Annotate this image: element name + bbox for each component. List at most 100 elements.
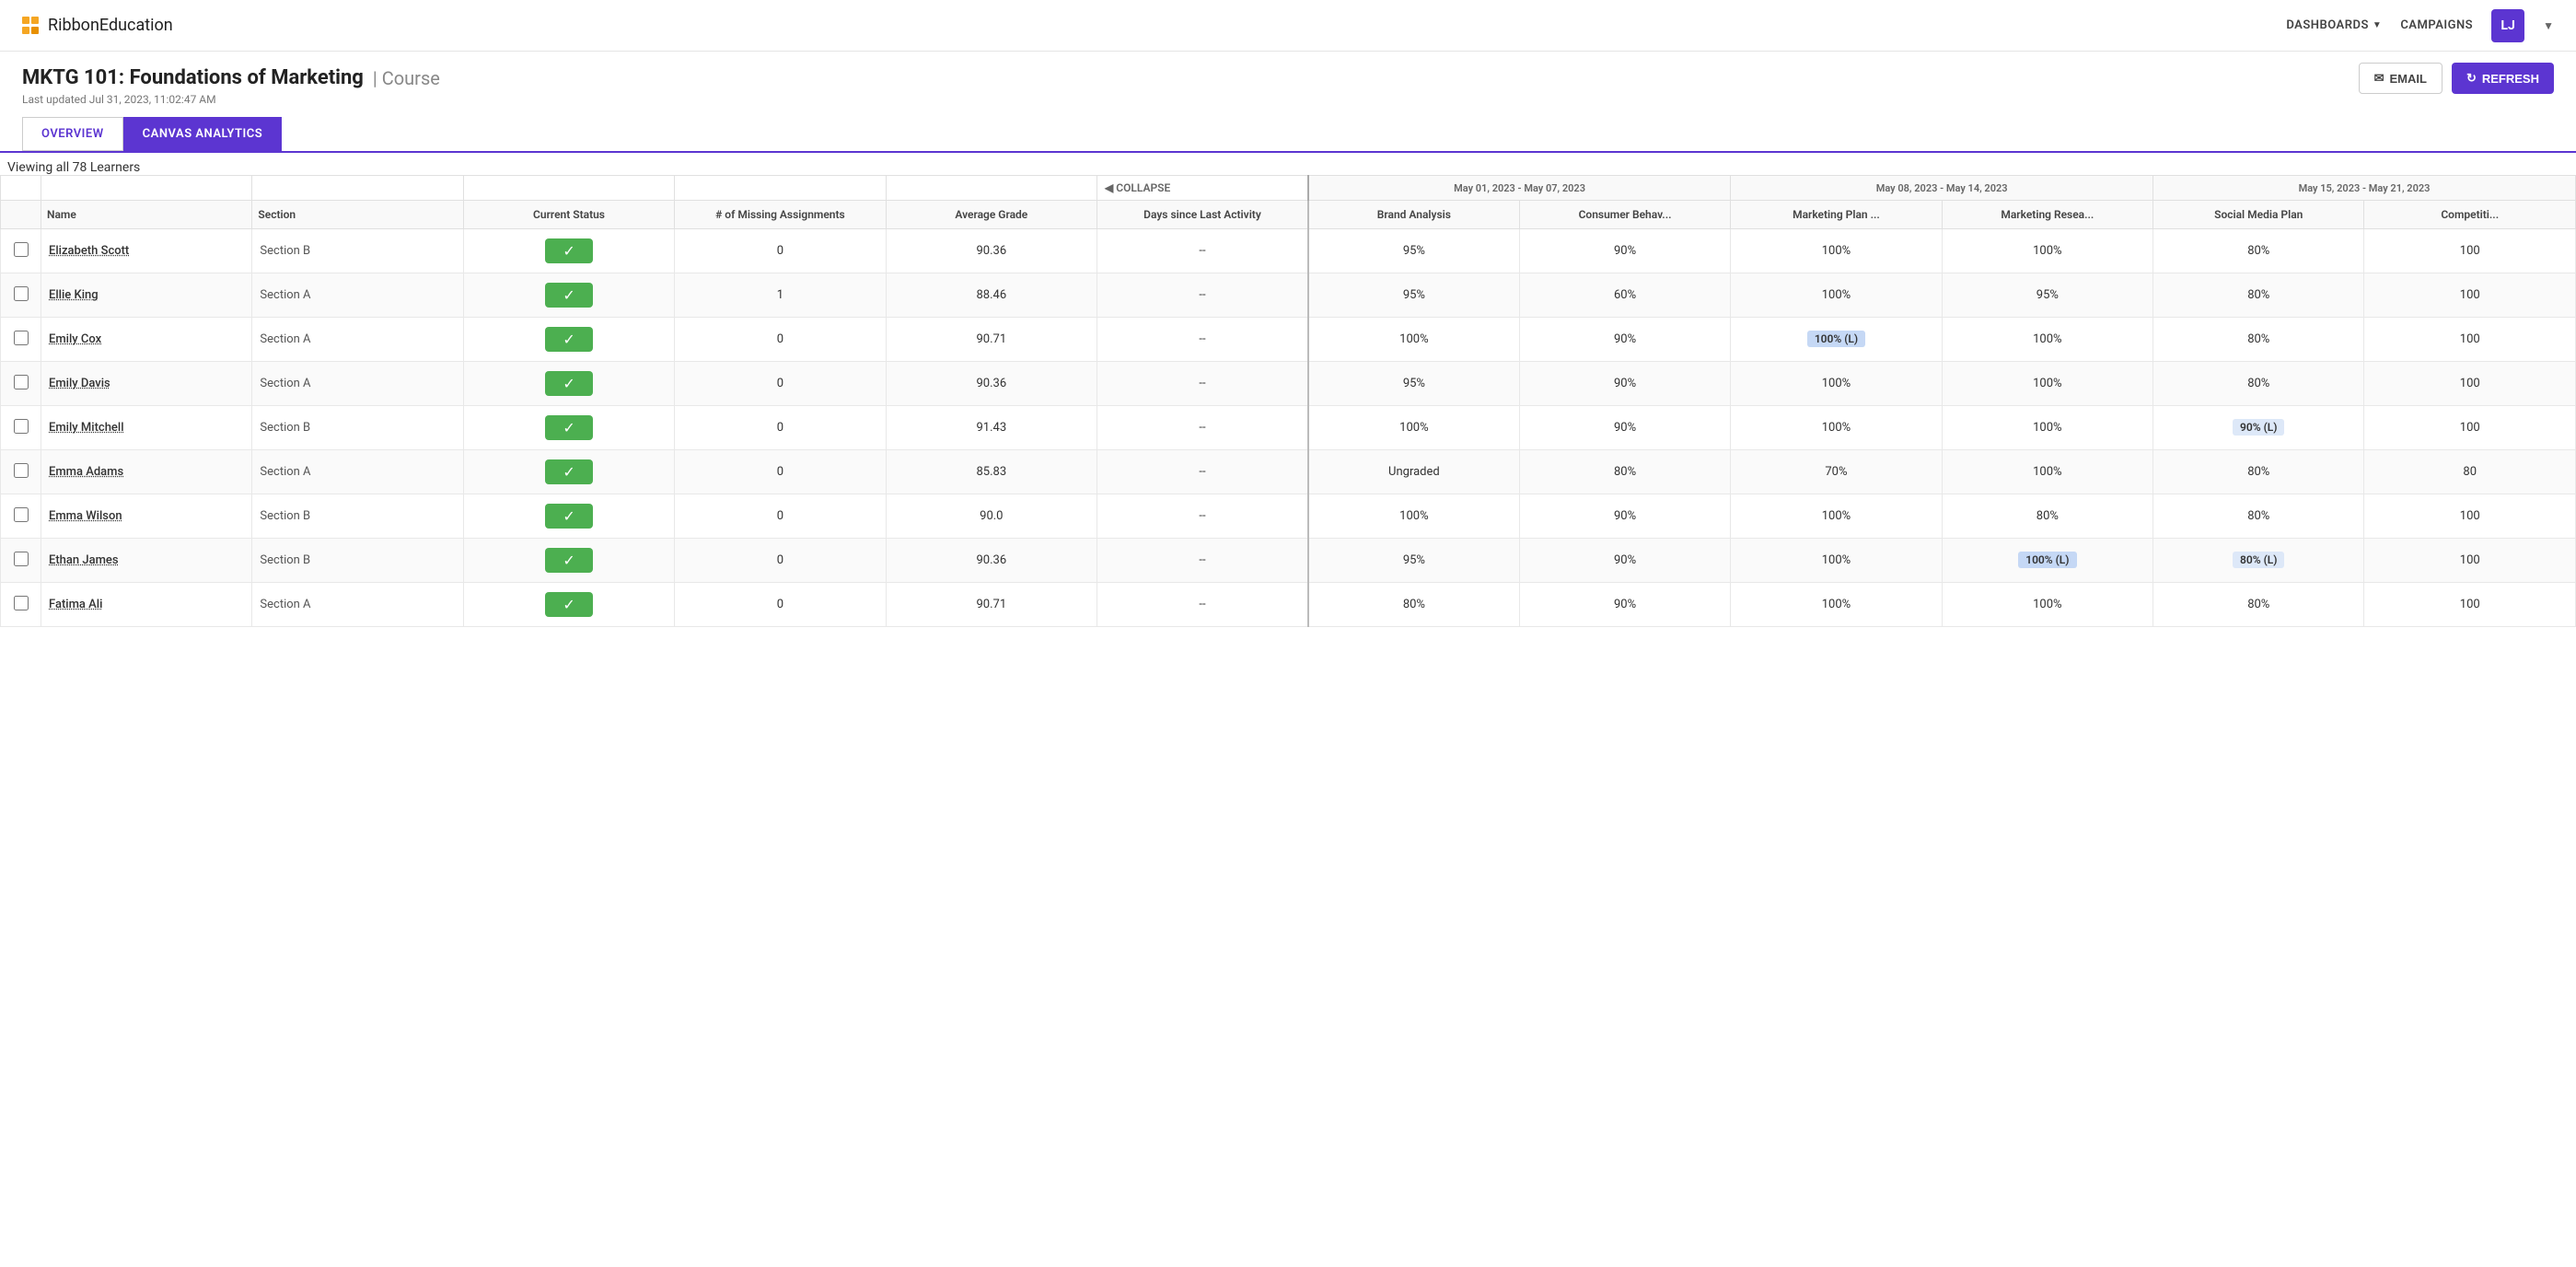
student-name[interactable]: Emma Wilson	[49, 509, 122, 523]
col-header-consumer: Consumer Behav...	[1519, 201, 1730, 229]
score-cell: 100%	[1308, 494, 1519, 539]
table-wrapper[interactable]: ◀ COLLAPSE May 01, 2023 - May 07, 2023 M…	[0, 175, 2576, 627]
score-cell: 100%	[1731, 539, 1942, 583]
refresh-icon: ↻	[2466, 71, 2477, 86]
missing-cell: 0	[675, 318, 886, 362]
status-badge: ✓	[545, 238, 593, 263]
score-cell: 90%	[1519, 318, 1730, 362]
score-cell: 90%	[1519, 583, 1730, 627]
row-checkbox[interactable]	[14, 242, 29, 257]
score-cell: 100% (L)	[1942, 539, 2152, 583]
missing-cell: 0	[675, 362, 886, 406]
status-cell: ✓	[463, 494, 674, 539]
col-header-missing: # of Missing Assignments	[675, 201, 886, 229]
tab-overview[interactable]: OVERVIEW	[22, 117, 123, 151]
grade-cell: 85.83	[886, 450, 1097, 494]
score-cell: 90%	[1519, 494, 1730, 539]
student-name[interactable]: Fatima Ali	[49, 598, 102, 611]
course-type: | Course	[373, 67, 440, 89]
email-button[interactable]: ✉ EMAIL	[2359, 63, 2443, 94]
score-cell: 100% (L)	[1731, 318, 1942, 362]
grade-cell: 88.46	[886, 273, 1097, 318]
table-row: Ethan JamesSection B✓090.36--95%90%100%1…	[1, 539, 2576, 583]
grade-cell: 90.71	[886, 583, 1097, 627]
course-header: MKTG 101: Foundations of Marketing | Cou…	[0, 52, 2576, 106]
col-header-days: Days since Last Activity	[1097, 201, 1308, 229]
student-name[interactable]: Emily Mitchell	[49, 421, 124, 435]
avatar-dropdown-arrow[interactable]: ▼	[2543, 19, 2554, 32]
score-cell: 80	[2364, 450, 2576, 494]
score-cell: 100	[2364, 539, 2576, 583]
score-cell: 80%	[2153, 362, 2364, 406]
score-cell: 100%	[1942, 229, 2152, 273]
table-row: Emily MitchellSection B✓091.43--100%90%1…	[1, 406, 2576, 450]
logo-text: RibbonEducation	[48, 16, 173, 35]
student-name[interactable]: Ellie King	[49, 288, 99, 302]
score-cell: 95%	[1308, 539, 1519, 583]
grade-cell: 90.71	[886, 318, 1097, 362]
section-cell: Section A	[252, 583, 463, 627]
campaigns-nav[interactable]: CAMPAIGNS	[2400, 18, 2473, 32]
score-cell: 90%	[1519, 539, 1730, 583]
score-cell: 100	[2364, 318, 2576, 362]
avatar[interactable]: LJ	[2491, 9, 2524, 42]
days-cell: --	[1097, 450, 1308, 494]
row-checkbox[interactable]	[14, 463, 29, 478]
viewing-bar: Viewing all 78 Learners	[0, 151, 2576, 175]
score-cell: 100%	[1731, 273, 1942, 318]
row-checkbox[interactable]	[14, 331, 29, 345]
score-cell: 80%	[2153, 450, 2364, 494]
date-range-3: May 15, 2023 - May 21, 2023	[2153, 176, 2576, 201]
student-name[interactable]: Emily Cox	[49, 332, 101, 346]
row-checkbox[interactable]	[14, 507, 29, 522]
score-cell: 60%	[1519, 273, 1730, 318]
score-cell: 80%	[2153, 583, 2364, 627]
col-header-competi: Competiti...	[2364, 201, 2576, 229]
row-checkbox[interactable]	[14, 375, 29, 389]
dashboards-nav[interactable]: DASHBOARDS ▼	[2286, 18, 2382, 32]
score-cell: 100%	[1942, 406, 2152, 450]
score-cell: 70%	[1731, 450, 1942, 494]
student-name[interactable]: Elizabeth Scott	[49, 244, 129, 258]
score-cell: 90%	[1519, 362, 1730, 406]
section-cell: Section A	[252, 362, 463, 406]
tab-canvas-analytics[interactable]: CANVAS ANALYTICS	[123, 117, 283, 151]
score-cell: 100%	[1308, 318, 1519, 362]
row-checkbox[interactable]	[14, 596, 29, 610]
col-header-brand: Brand Analysis	[1308, 201, 1519, 229]
status-cell: ✓	[463, 318, 674, 362]
status-cell: ✓	[463, 362, 674, 406]
nav-right: DASHBOARDS ▼ CAMPAIGNS LJ ▼	[2286, 9, 2554, 42]
course-title-area: MKTG 101: Foundations of Marketing | Cou…	[22, 66, 2554, 89]
student-name[interactable]: Emma Adams	[49, 465, 123, 479]
score-cell: 100	[2364, 494, 2576, 539]
grade-cell: 90.36	[886, 229, 1097, 273]
collapse-button[interactable]: ◀ COLLAPSE	[1105, 181, 1300, 194]
status-cell: ✓	[463, 583, 674, 627]
grade-cell: 90.36	[886, 362, 1097, 406]
score-cell: 80%	[2153, 494, 2364, 539]
email-icon: ✉	[2374, 71, 2385, 86]
logo-area: RibbonEducation	[22, 16, 173, 35]
col-header-section: Section	[252, 201, 463, 229]
row-checkbox[interactable]	[14, 419, 29, 434]
score-highlight: 90% (L)	[2233, 419, 2284, 436]
score-cell: 100%	[1942, 362, 2152, 406]
section-cell: Section B	[252, 494, 463, 539]
score-cell: 80%	[2153, 229, 2364, 273]
days-cell: --	[1097, 539, 1308, 583]
score-cell: 90%	[1519, 229, 1730, 273]
student-name[interactable]: Ethan James	[49, 553, 119, 567]
section-cell: Section B	[252, 229, 463, 273]
score-highlight: 80% (L)	[2233, 552, 2284, 568]
refresh-button[interactable]: ↻ REFRESH	[2452, 63, 2554, 94]
row-checkbox[interactable]	[14, 552, 29, 566]
score-cell: 100%	[1942, 583, 2152, 627]
status-badge: ✓	[545, 415, 593, 440]
status-badge: ✓	[545, 459, 593, 484]
score-cell: 100%	[1731, 583, 1942, 627]
row-checkbox[interactable]	[14, 286, 29, 301]
student-name[interactable]: Emily Davis	[49, 377, 110, 390]
score-cell: Ungraded	[1308, 450, 1519, 494]
score-cell: 100%	[1731, 229, 1942, 273]
